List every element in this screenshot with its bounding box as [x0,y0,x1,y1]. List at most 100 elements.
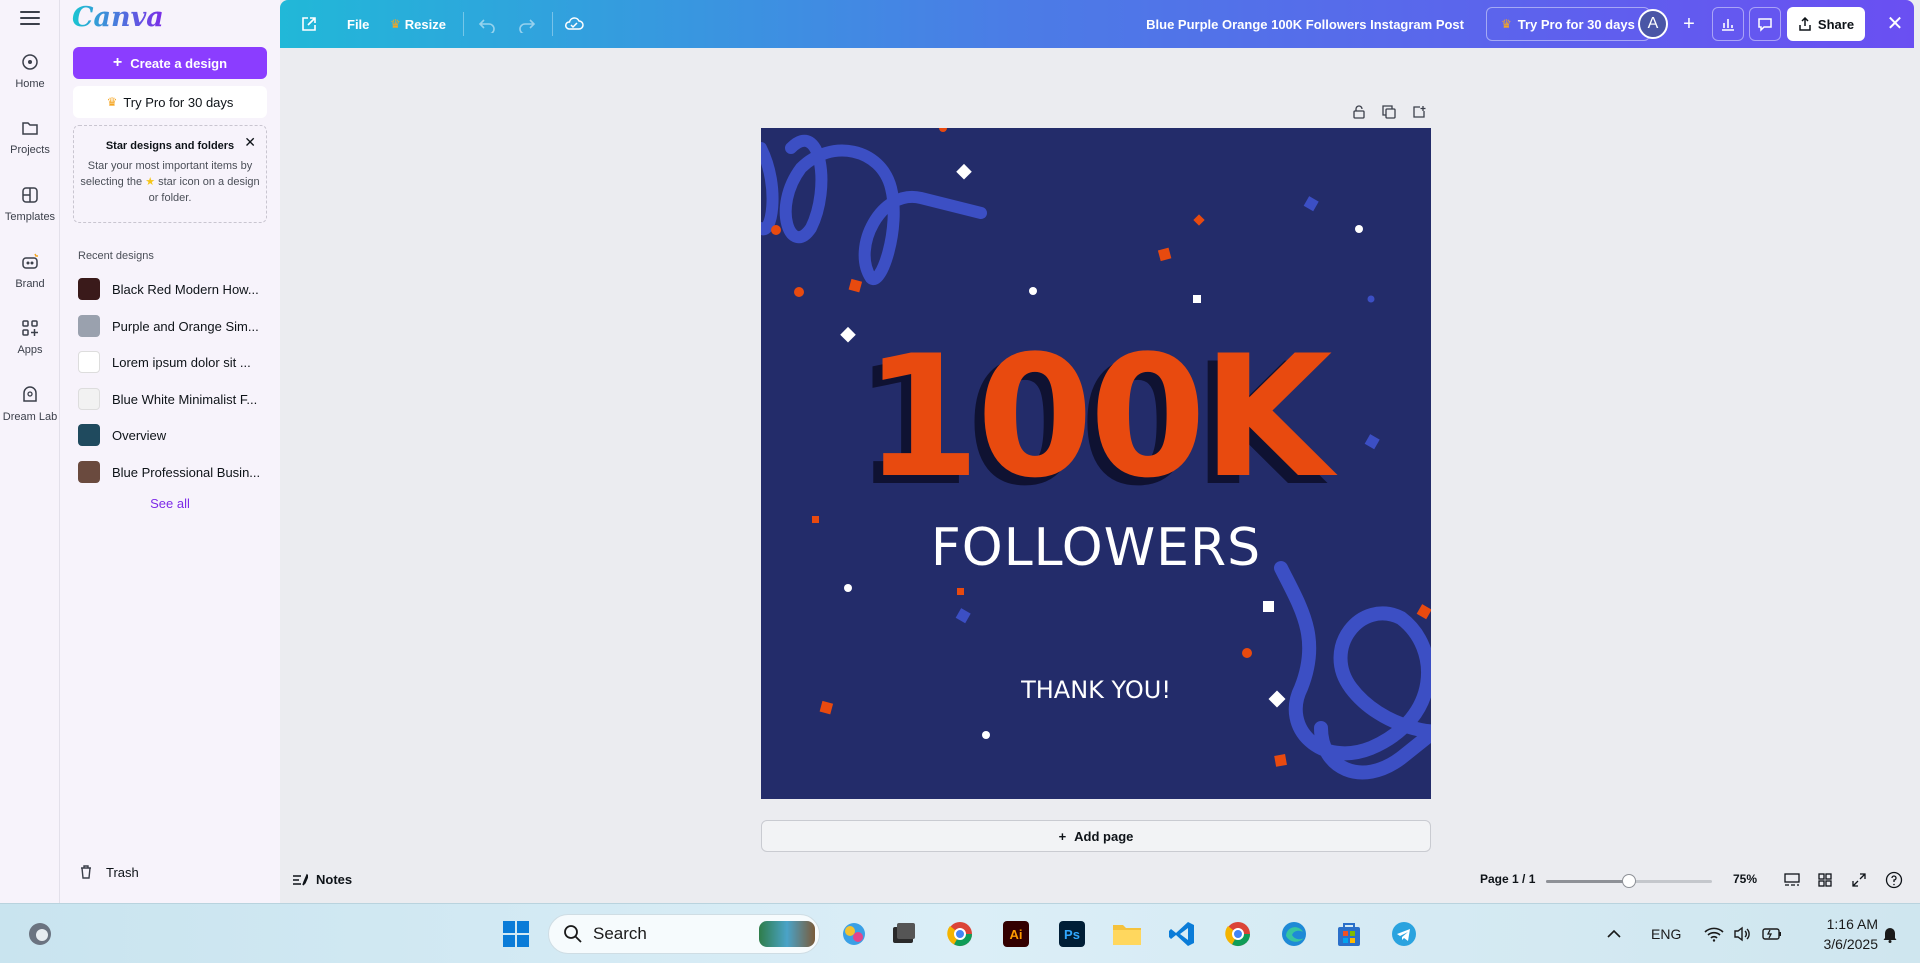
add-page-icon[interactable] [1410,103,1428,121]
apps-icon [22,320,38,336]
design-thanks[interactable]: THANK YOU! [761,676,1431,704]
language-indicator[interactable]: ENG [1651,904,1681,963]
zoom-slider-fill [1546,880,1629,883]
trash-item[interactable]: Trash [78,864,139,880]
zoom-level[interactable]: 75% [1733,872,1757,886]
analytics-button[interactable] [1712,7,1744,41]
close-icon[interactable]: ✕ [244,134,256,151]
illustrator-icon[interactable]: Ai [1000,918,1032,950]
edge-icon[interactable] [1278,918,1310,950]
rail-dream-lab-label: Dream Lab [2,411,58,423]
rail-brand[interactable]: Brand [0,252,60,290]
duplicate-page-icon[interactable] [1380,103,1398,121]
rail-dream-lab[interactable]: Dream Lab [0,385,60,423]
undo-icon[interactable] [478,0,496,48]
menu-icon[interactable] [20,8,40,28]
recent-design-item[interactable]: Purple and Orange Sim... [78,314,268,338]
file-explorer-icon[interactable] [1111,918,1143,950]
trash-icon [81,865,91,879]
recent-design-item[interactable]: Blue Professional Busin... [78,460,268,484]
design-canvas[interactable]: 100K FOLLOWERS THANK YOU! [761,128,1431,799]
create-design-button[interactable]: + Create a design [73,47,267,79]
open-external-icon[interactable] [300,0,318,48]
notes-icon [293,873,308,885]
design-thumbnail [78,315,100,337]
rail-apps[interactable]: Apps [0,318,60,356]
search-highlight-icon [759,921,815,947]
chrome-icon[interactable] [1222,918,1254,950]
rail-home[interactable]: Home [0,52,60,90]
rail-templates[interactable]: Templates [0,185,60,223]
design-headline[interactable]: 100K [761,333,1431,501]
see-all-link[interactable]: See all [73,496,267,511]
avatar[interactable]: A [1638,9,1668,39]
file-menu[interactable]: File [347,0,369,48]
rail-apps-label: Apps [17,344,43,356]
invite-plus-icon[interactable]: + [1674,9,1704,39]
photoshop-icon[interactable]: Ps [1056,918,1088,950]
toolbar-divider [552,12,553,36]
chrome-profile-icon[interactable] [944,918,976,950]
canva-logo[interactable]: Canva [72,2,164,33]
store-icon[interactable] [1333,918,1365,950]
brand-icon [22,253,38,269]
try-pro-label: Try Pro for 30 days [123,94,234,110]
help-icon[interactable] [1884,870,1904,890]
search-placeholder: Search [593,924,647,943]
recent-design-item[interactable]: Lorem ipsum dolor sit ... [78,350,268,374]
editor-top-bar: File ♛ Resize Blue Purple Orange 100K Fo… [280,0,1914,48]
zoom-slider[interactable] [1546,874,1712,888]
comments-button[interactable] [1749,7,1781,41]
svg-text:Ai: Ai [1010,927,1023,942]
page-tools [1350,103,1428,121]
telegram-icon[interactable] [1388,918,1420,950]
show-hidden-icons[interactable] [1606,904,1622,963]
zoom-slider-handle[interactable] [1622,874,1636,888]
design-thumbnail [78,461,100,483]
share-button[interactable]: Share [1787,7,1865,41]
close-editor-icon[interactable]: ✕ [1880,8,1910,38]
lock-icon[interactable] [1350,103,1368,121]
taskbar-clock[interactable]: 1:16 AM 3/6/2025 [1800,914,1879,954]
recent-design-item[interactable]: Overview [78,423,268,447]
notification-bell-icon[interactable] [1882,904,1898,963]
clock-time: 1:16 AM [1826,916,1878,932]
page-indicator[interactable]: Page 1 / 1 [1480,872,1535,886]
rail-projects[interactable]: Projects [0,118,60,156]
cloud-save-icon[interactable] [564,0,584,48]
design-title[interactable]: Blue Purple Orange 100K Followers Instag… [1146,0,1464,48]
recent-design-label: Black Red Modern How... [112,281,259,297]
recent-design-label: Blue Professional Busin... [112,464,261,480]
left-rail: Home Projects Templates Brand Apps Dream… [0,0,60,903]
star-designs-card: Star designs and folders Star your most … [73,125,267,223]
resize-button[interactable]: ♛ Resize [390,0,446,48]
svg-text:Ps: Ps [1064,927,1080,942]
try-pro-button[interactable]: ♛ Try Pro for 30 days [73,86,267,118]
windows-start-icon[interactable] [500,918,532,950]
weather-icon[interactable] [24,918,56,950]
design-thumbnail [78,351,100,373]
chevron-up-icon [1607,929,1621,938]
notes-button[interactable]: Notes [292,872,352,887]
folder-icon [22,122,38,135]
redo-icon[interactable] [518,0,536,48]
windows-taskbar: Search Ai Ps ENG 1:16 AM 3/6/2025 [0,903,1920,963]
app-launcher-icon[interactable] [888,918,920,950]
add-page-button[interactable]: + Add page [761,820,1431,852]
pages-view-icon[interactable] [1782,870,1802,890]
recent-design-label: Purple and Orange Sim... [112,318,259,334]
notes-label: Notes [316,872,353,887]
recent-design-item[interactable]: Black Red Modern How... [78,277,268,301]
volume-icon[interactable] [1733,904,1753,963]
taskbar-search-input[interactable]: Search [548,914,820,954]
try-pro-topbar-button[interactable]: ♛ Try Pro for 30 days [1486,7,1650,41]
copilot-icon[interactable] [838,918,870,950]
fullscreen-icon[interactable] [1849,870,1869,890]
plus-icon: + [112,54,123,71]
grid-view-icon[interactable] [1815,870,1835,890]
vscode-icon[interactable] [1166,918,1198,950]
design-subhead[interactable]: FOLLOWERS [761,518,1431,578]
wifi-icon[interactable] [1704,904,1724,963]
battery-icon[interactable] [1762,904,1782,963]
recent-design-item[interactable]: Blue White Minimalist F... [78,387,268,411]
